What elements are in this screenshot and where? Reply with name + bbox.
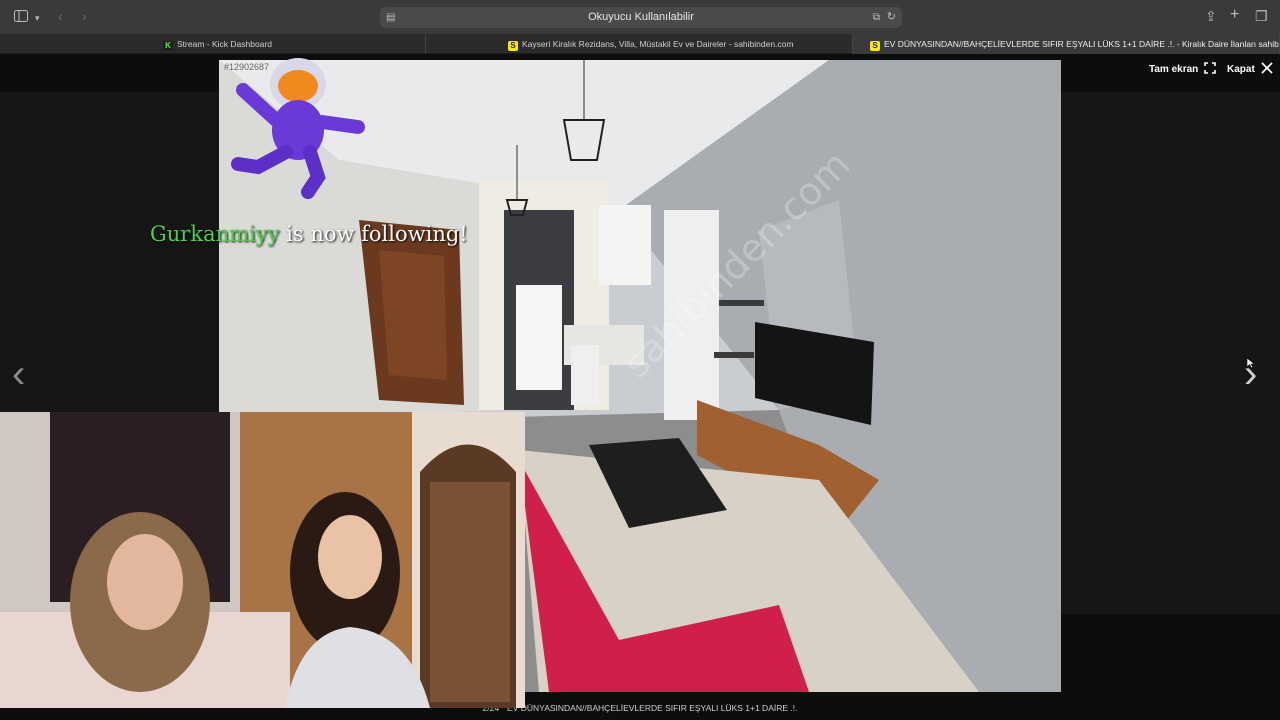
share-icon[interactable]: ⇪ [1205,9,1217,23]
tab-bar: K Stream - Kick Dashboard S Kayseri Kiralı… [0,34,1280,54]
follow-message: is now following! [279,222,468,246]
fullscreen-label: Tam ekran [1149,64,1199,75]
reload-icon[interactable]: ↻ [887,10,896,24]
sahibinden-favicon-icon: S [870,41,880,51]
close-button[interactable]: Kapat [1227,62,1273,77]
previous-photo-arrow-icon[interactable]: ‹ [12,354,25,394]
follow-alert: Gurkanmiyy is now following! [150,222,468,246]
tab-title: Stream - Kick Dashboard [177,39,272,49]
address-text: Okuyucu Kullanılabilir [588,11,694,23]
astronaut-mascot-icon [218,52,368,207]
sahibinden-favicon-icon: S [508,41,518,51]
caption-text: EV DÜNYASINDAN//BAHÇELİEVLERDE SIFIR EŞY… [507,703,798,713]
kick-favicon-icon: K [163,41,173,51]
fullscreen-icon [1204,62,1217,77]
fullscreen-button[interactable]: Tam ekran [1149,62,1217,77]
webcam-feed [0,412,525,708]
tab-kick-dashboard[interactable]: K Stream - Kick Dashboard [0,34,426,54]
tab-title: EV DÜNYASINDAN//BAHÇELİEVLERDE SIFIR EŞY… [884,39,1279,49]
back-icon[interactable]: ‹ [58,9,63,23]
new-tab-icon[interactable]: + [1230,7,1239,23]
mouse-cursor-icon [1246,355,1256,369]
tab-sahibinden-listing[interactable]: S EV DÜNYASINDAN//BAHÇELİEVLERDE SIFIR EŞ… [853,34,1280,54]
tab-title: Kayseri Kiralık Rezidans, Villa, Müstaki… [522,39,794,49]
translate-icon[interactable]: ⧉ [873,11,880,25]
tab-overview-icon[interactable]: ❐ [1255,9,1268,23]
browser-toolbar: ▾ ‹ › ▤ Okuyucu Kullanılabilir ⧉ ↻ ⇪ + ❐ [0,0,1280,34]
address-bar[interactable]: ▤ Okuyucu Kullanılabilir ⧉ ↻ [380,7,902,28]
follower-name: Gurkanmiyy [150,222,280,246]
tab-sahibinden-kayseri[interactable]: S Kayseri Kiralık Rezidans, Villa, Müstak… [426,34,853,54]
chevron-down-icon[interactable]: ▾ [35,11,40,25]
forward-icon[interactable]: › [82,9,87,23]
close-label: Kapat [1227,64,1255,75]
sidebar-icon[interactable] [14,10,28,24]
close-icon [1261,62,1273,77]
